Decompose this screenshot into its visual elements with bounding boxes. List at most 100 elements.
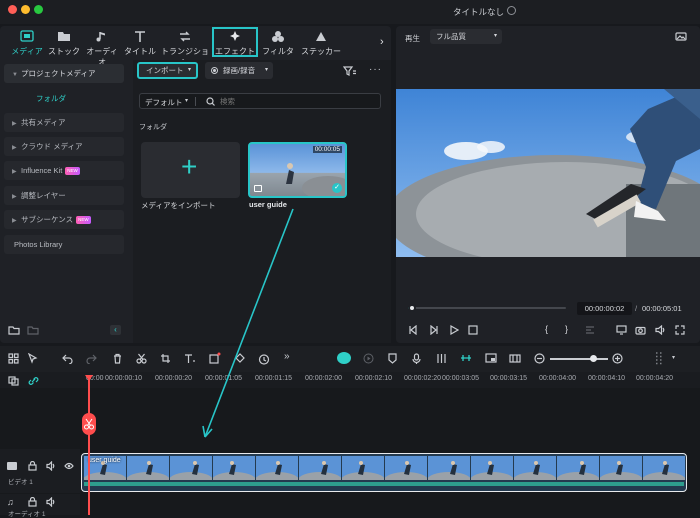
mark-out-icon[interactable]: } [565,324,568,334]
search-input[interactable] [220,95,370,107]
delete-folder-icon[interactable] [27,325,39,335]
mute-icon[interactable] [46,497,56,507]
zoom-slider-track[interactable] [550,358,608,360]
undo-icon[interactable] [62,353,73,364]
sidebar-item-shared-media[interactable]: ▶ 共有メディア [4,113,124,132]
marker-icon[interactable] [387,353,398,364]
new-folder-icon[interactable] [8,325,20,335]
progress-track[interactable] [408,307,566,309]
stop-icon[interactable] [468,325,478,335]
new-badge: NEW [76,216,91,224]
ruler-label: 00:00:00:10 [105,375,142,382]
microphone-icon[interactable] [411,353,422,364]
clip-name: user guide [88,457,121,464]
tab-sticker[interactable]: ステッカー [300,26,342,58]
chevron-down-icon: ▼ [12,72,18,78]
clip-frame [298,456,342,488]
record-button[interactable]: 録画/録音 ▾ [205,62,273,79]
playhead-split-handle[interactable] [82,413,96,435]
media-clip-thumbnail[interactable]: 00:00:05 ✓ [248,142,347,198]
mute-icon[interactable] [46,461,56,471]
search-icon [206,97,215,106]
chevron-down-icon[interactable]: ▾ [672,354,675,361]
tab-title[interactable]: タイトル [124,26,156,58]
progress-handle[interactable] [408,304,416,312]
chevron-right-icon: ▶ [12,121,17,127]
close-window-icon[interactable] [8,5,17,14]
zoom-out-icon[interactable] [534,353,545,364]
play-icon[interactable] [449,325,459,335]
snapshot-view-icon[interactable] [675,32,687,41]
sidebar-item-cloud-media[interactable]: ▶ クラウド メディア [4,137,124,156]
check-icon: ✓ [332,183,342,193]
render-icon[interactable] [363,353,374,364]
tab-media[interactable]: メディア [10,26,44,58]
audio-track-label: オーディオ 1 [8,511,46,518]
zoom-window-icon[interactable] [34,5,43,14]
audio-mix-icon[interactable] [436,353,447,364]
crop-icon[interactable] [160,353,171,364]
tab-filter[interactable]: フィルター [259,26,297,67]
tab-stock[interactable]: ストック [47,26,81,58]
minimize-window-icon[interactable] [21,5,30,14]
clip-frame [427,456,471,488]
track-height-icon[interactable] [654,352,664,365]
mark-in-icon[interactable]: { [545,324,548,334]
ruler-label: 00:00:03:05 [442,375,479,382]
video-type-icon [254,185,262,192]
clip-frame [642,456,686,488]
previous-frame-icon[interactable] [408,325,418,335]
snap-magnet-icon[interactable] [460,353,472,364]
volume-icon[interactable] [655,325,666,335]
filter-list-icon[interactable] [343,66,356,76]
clip-frame [513,456,557,488]
layout-grid-icon[interactable] [8,353,19,364]
delete-icon[interactable] [112,353,123,364]
clip-duration: 00:00:05 [312,146,342,153]
camera-snapshot-icon[interactable] [635,325,646,335]
select-pointer-icon[interactable] [27,353,38,364]
pip-icon[interactable] [485,353,497,364]
tab-audio[interactable]: オーディオ [83,26,121,67]
quality-dropdown[interactable]: フル品質 ▾ [430,29,502,44]
audio-track-icon: ♫ [7,497,14,507]
zoom-in-icon[interactable] [612,353,623,364]
ruler-label: 00:00:03:15 [490,375,527,382]
display-monitor-icon[interactable] [616,325,627,335]
timeline-video-clip[interactable]: user guide [81,453,687,492]
link-icon[interactable] [28,376,39,386]
import-button[interactable]: インポート ▾ [137,62,198,79]
tab-transition[interactable]: トランジション [159,26,211,67]
redo-icon[interactable] [86,353,97,364]
playhead-line[interactable] [88,378,90,515]
sort-dropdown[interactable]: デフォルト [145,97,183,108]
fullscreen-icon[interactable] [675,325,685,335]
ruler-label: 00:00:04:00 [539,375,576,382]
current-time: 00:00:00:02 [577,302,632,315]
clip-frame [599,456,643,488]
sidebar-item-influence-kit[interactable]: ▶ Influence Kit NEW [4,161,124,180]
chevron-down-icon: ▾ [187,67,191,73]
stock-icon [58,32,70,41]
sidebar-item-folder[interactable]: フォルダ [36,93,66,104]
more-tabs-chevron-icon[interactable]: › [380,36,384,48]
sidebar-item-subsequence[interactable]: ▶ サブシーケンス NEW [4,210,124,229]
import-media-card[interactable]: + [141,142,240,198]
eye-icon[interactable] [64,462,74,470]
storyboard-icon[interactable] [509,353,521,364]
render-preview-icon[interactable] [585,325,595,335]
video-track-header: ビデオ 1 [0,449,80,493]
ai-assistant-icon[interactable] [337,352,351,364]
sidebar-item-project-media[interactable]: ▼ プロジェクトメディア [4,64,124,83]
collapse-sidebar-icon[interactable]: ‹ [110,325,121,335]
drag-annotation-arrow [202,208,294,438]
next-frame-icon[interactable] [429,325,439,335]
lock-icon[interactable] [28,461,37,471]
sidebar-item-adjustment-layer[interactable]: ▶ 調整レイヤー [4,186,124,205]
sidebar-item-photos-library[interactable]: Photos Library [4,235,124,254]
lock-icon[interactable] [28,497,37,507]
split-scissors-icon[interactable] [136,353,147,364]
more-options-icon[interactable]: ··· [369,64,382,75]
zoom-slider-handle[interactable] [590,355,597,362]
add-track-icon[interactable] [8,376,19,386]
